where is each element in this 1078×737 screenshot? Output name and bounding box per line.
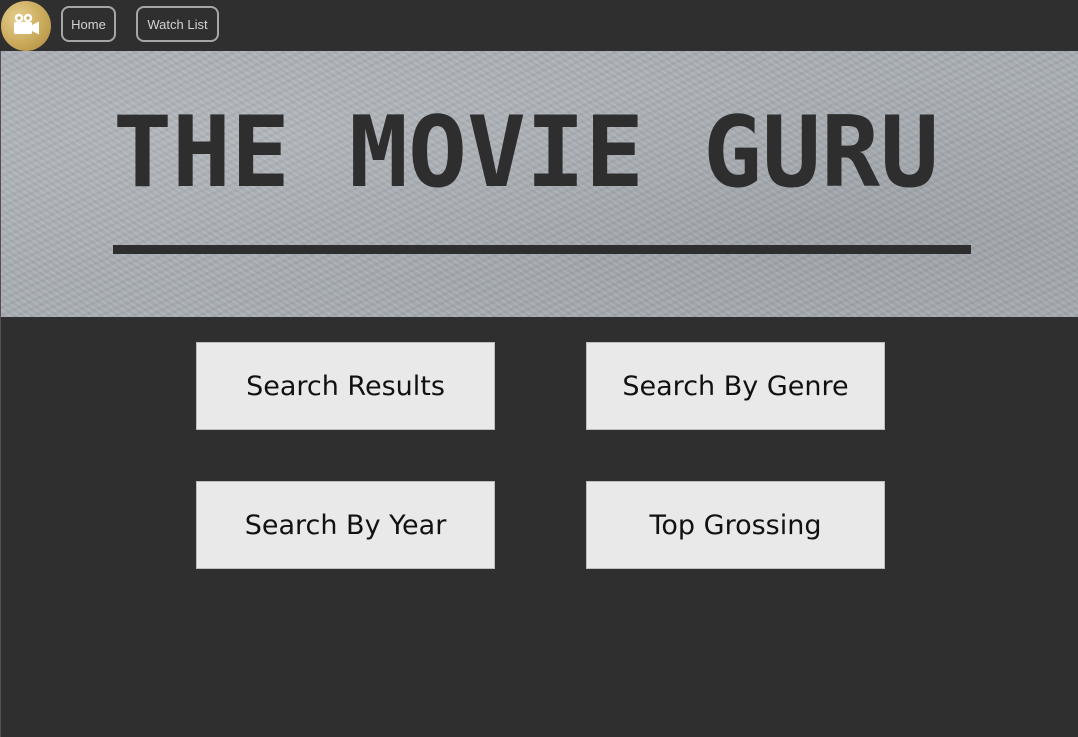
hero-banner: THE MOVIE GURU — [1, 51, 1078, 317]
page: Home Watch List THE MOVIE GURU Search Re… — [0, 0, 1078, 737]
home-button[interactable]: Home — [61, 6, 116, 42]
search-results-button[interactable]: Search Results — [196, 342, 495, 430]
watch-list-button[interactable]: Watch List — [136, 6, 219, 42]
title-underline — [113, 245, 971, 254]
logo[interactable] — [1, 1, 51, 51]
search-by-genre-button[interactable]: Search By Genre — [586, 342, 885, 430]
top-grossing-button[interactable]: Top Grossing — [586, 481, 885, 569]
search-by-year-button[interactable]: Search By Year — [196, 481, 495, 569]
video-camera-icon — [11, 12, 41, 41]
top-navbar: Home Watch List — [0, 0, 1078, 51]
site-title: THE MOVIE GURU — [113, 96, 940, 210]
